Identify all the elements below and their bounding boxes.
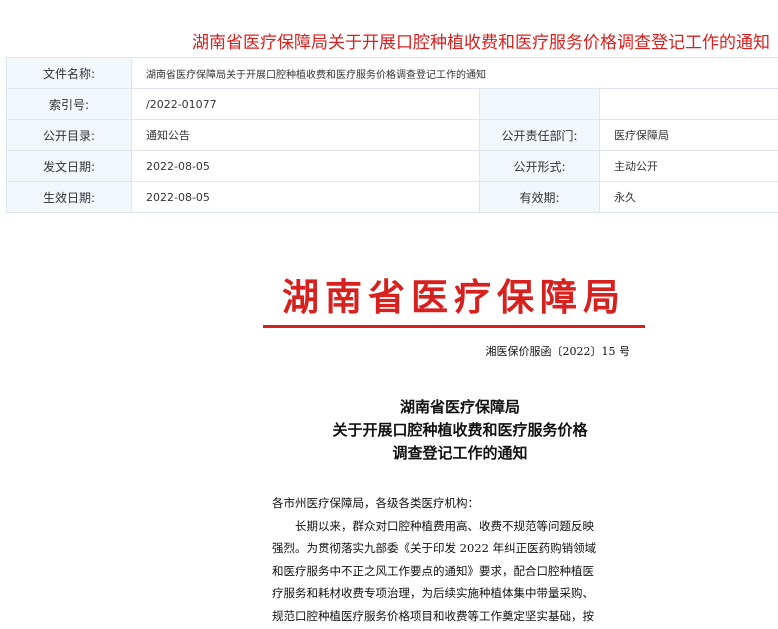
red-header-rule: [263, 325, 645, 328]
meta-label-effective-date: 生效日期:: [6, 181, 132, 213]
meta-row-index: 索引号: /2022-01077: [6, 88, 778, 120]
meta-value-publish-form: 主动公开: [599, 150, 778, 182]
meta-value-empty: [599, 88, 778, 120]
agency-header: 湖南省医疗保障局: [282, 275, 626, 319]
body-line: 强烈。为贯彻落实九部委《关于印发 2022 年纠正医药购销领域: [272, 541, 597, 556]
document-body: 各市州医疗保障局，各级各类医疗机构： 长期以来，群众对口腔种植费用高、收费不规范…: [272, 492, 640, 628]
meta-row-filename: 文件名称: 湖南省医疗保障局关于开展口腔种植收费和医疗服务价格调查登记工作的通知: [6, 57, 778, 89]
meta-label-department: 公开责任部门:: [479, 119, 600, 151]
meta-value-catalog: 通知公告: [131, 119, 480, 151]
document-title-line: 调查登记工作的通知: [392, 444, 528, 462]
meta-row-issue-date: 发文日期: 2022-08-05 公开形式: 主动公开: [6, 150, 778, 182]
meta-row-effective-date: 生效日期: 2022-08-05 有效期: 永久: [6, 181, 778, 213]
page-title: 湖南省医疗保障局关于开展口腔种植收费和医疗服务价格调查登记工作的通知: [192, 33, 770, 53]
meta-label-publish-form: 公开形式:: [479, 150, 600, 182]
document-title-line: 关于开展口腔种植收费和医疗服务价格: [332, 421, 588, 439]
meta-label-catalog: 公开目录:: [6, 119, 132, 151]
meta-value-index: /2022-01077: [131, 88, 480, 120]
meta-label-validity: 有效期:: [479, 181, 600, 213]
meta-value-effective-date: 2022-08-05: [131, 181, 480, 213]
meta-label-filename: 文件名称:: [6, 57, 132, 89]
meta-value-filename: 湖南省医疗保障局关于开展口腔种植收费和医疗服务价格调查登记工作的通知: [131, 57, 778, 89]
body-line: 疗服务和耗材收费专项治理，为后续实施种植体集中带量采购、: [272, 586, 594, 601]
document-title: 湖南省医疗保障局 关于开展口腔种植收费和医疗服务价格 调查登记工作的通知: [250, 396, 670, 465]
meta-value-issue-date: 2022-08-05: [131, 150, 480, 182]
document-number: 湘医保价服函〔2022〕15 号: [485, 345, 631, 358]
salutation: 各市州医疗保障局，各级各类医疗机构：: [272, 496, 479, 510]
meta-value-department: 医疗保障局: [599, 119, 778, 151]
meta-row-catalog: 公开目录: 通知公告 公开责任部门: 医疗保障局: [6, 119, 778, 151]
meta-label-index: 索引号:: [6, 88, 132, 120]
document-title-line: 湖南省医疗保障局: [399, 398, 520, 416]
document-meta-table: 文件名称: 湖南省医疗保障局关于开展口腔种植收费和医疗服务价格调查登记工作的通知…: [6, 57, 778, 213]
meta-value-validity: 永久: [599, 181, 778, 213]
body-line: 规范口腔种植医疗服务价格项目和收费等工作奠定坚实基础，按: [272, 608, 594, 623]
meta-label-issue-date: 发文日期:: [6, 150, 132, 182]
body-line: 和医疗服务中不正之风工作要点的通知》要求，配合口腔种植医: [272, 563, 594, 578]
body-line: 长期以来，群众对口腔种植费用高、收费不规范等问题反映: [295, 518, 594, 533]
meta-label-empty: [479, 88, 600, 120]
